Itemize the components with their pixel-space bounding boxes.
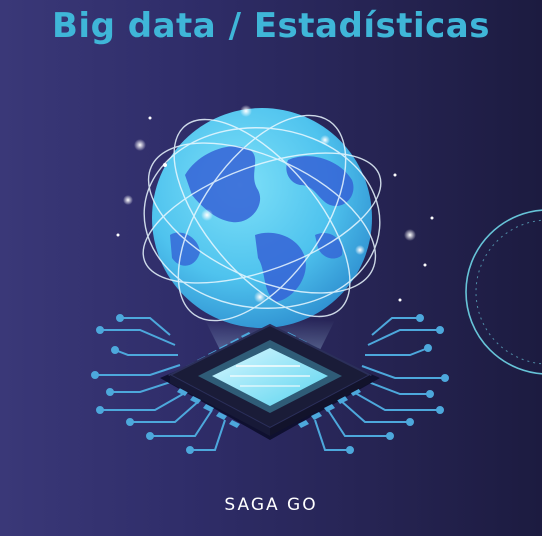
- banner: Big data / Estadísticas SAGA GO: [0, 0, 542, 536]
- microchip-icon: [160, 323, 380, 440]
- ring-decoration-icon: [465, 209, 542, 375]
- globe-icon: [142, 108, 382, 328]
- brand-logo: SAGA GO: [224, 495, 318, 515]
- illustration: [91, 105, 542, 454]
